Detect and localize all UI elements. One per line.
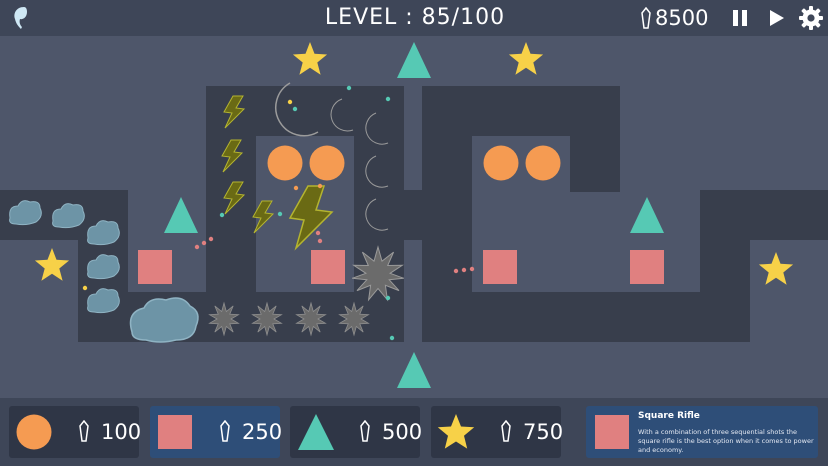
- tower-slots: [258, 138, 568, 188]
- shop-item-cost: 250: [242, 420, 283, 444]
- circle-tower[interactable]: [525, 145, 561, 181]
- triangle-tower-icon: [298, 414, 334, 450]
- shop-item-cost: 500: [382, 420, 423, 444]
- square-tower-icon: [158, 415, 192, 449]
- money-display: 8500: [640, 4, 708, 32]
- game-field[interactable]: [0, 36, 828, 398]
- circle-tower[interactable]: [483, 145, 519, 181]
- lightning-enemy-large: [288, 185, 334, 251]
- pause-icon: [733, 10, 747, 26]
- star-tower[interactable]: [292, 42, 328, 75]
- settings-button[interactable]: [797, 4, 825, 32]
- tower-info-title: Square Rifle: [638, 411, 700, 421]
- shop-item-square[interactable]: 250: [150, 406, 283, 458]
- gear-icon: [799, 6, 823, 30]
- map-canvas[interactable]: [0, 36, 828, 398]
- pause-button[interactable]: [726, 4, 754, 32]
- crystal-icon: [79, 420, 89, 442]
- circle-tower[interactable]: [309, 145, 345, 181]
- shop-item-circle[interactable]: 100: [9, 406, 142, 458]
- triangle-tower[interactable]: [397, 352, 431, 388]
- tower-info-panel: Square Rifle With a combination of three…: [586, 406, 818, 458]
- tower-shop: 100 250 500 750 Square Rifle With a comb…: [0, 398, 828, 466]
- shop-item-star[interactable]: 750: [431, 406, 564, 458]
- tower-info-description: With a combination of three sequential s…: [638, 428, 814, 454]
- shop-item-cost: 100: [101, 420, 142, 444]
- star-tower-icon: [437, 414, 475, 449]
- leaf-icon[interactable]: [6, 4, 34, 32]
- enemy-path: [0, 86, 828, 342]
- circle-tower-icon: [16, 414, 52, 450]
- crystal-icon: [220, 420, 230, 442]
- crystal-icon: [641, 7, 651, 29]
- level-indicator: LEVEL : 85/100: [324, 5, 506, 30]
- top-bar: LEVEL : 85/100 8500: [0, 0, 828, 36]
- star-tower[interactable]: [508, 42, 544, 75]
- play-button[interactable]: [762, 4, 790, 32]
- square-tower[interactable]: [483, 250, 517, 284]
- play-icon: [770, 10, 784, 26]
- square-tower-icon: [595, 415, 629, 449]
- crystal-icon: [501, 420, 511, 442]
- shop-item-cost: 750: [523, 420, 564, 444]
- square-tower[interactable]: [311, 250, 345, 284]
- crystal-icon: [360, 420, 370, 442]
- square-tower[interactable]: [138, 250, 172, 284]
- star-tower[interactable]: [34, 248, 70, 281]
- triangle-tower[interactable]: [164, 197, 198, 233]
- game-screen: LEVEL : 85/100 8500 100 250 500 750 Squa…: [0, 0, 828, 466]
- triangle-tower[interactable]: [630, 197, 664, 233]
- money-value: 8500: [655, 6, 709, 30]
- square-tower[interactable]: [630, 250, 664, 284]
- star-tower[interactable]: [758, 252, 794, 285]
- triangle-tower[interactable]: [397, 42, 431, 78]
- shop-item-triangle[interactable]: 500: [290, 406, 423, 458]
- circle-tower[interactable]: [267, 145, 303, 181]
